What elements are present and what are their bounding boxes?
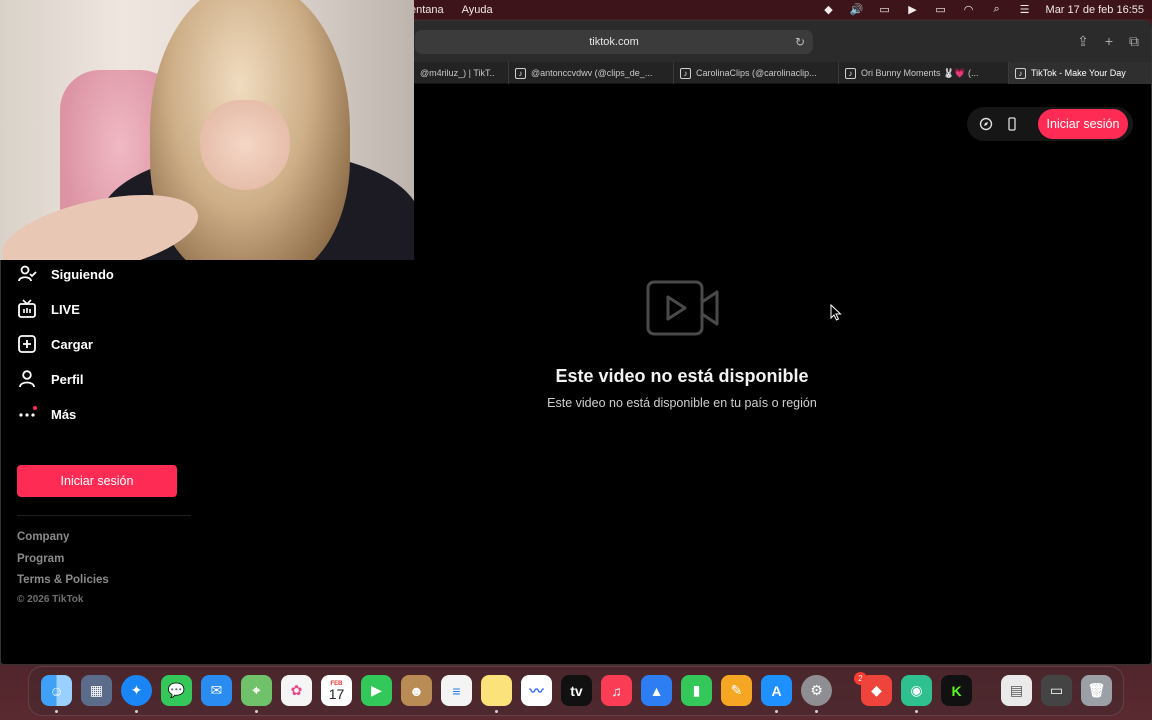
notes-icon[interactable] (481, 675, 512, 706)
new-tab-icon[interactable]: + (1105, 33, 1113, 50)
running-indicator (255, 710, 258, 713)
facetime-icon[interactable]: ▶ (361, 675, 392, 706)
pages-icon[interactable]: ✎ (721, 675, 752, 706)
trash-icon[interactable]: 🗑 (1081, 675, 1112, 706)
login-button-sidebar[interactable]: Iniciar sesión (17, 465, 177, 497)
video-unavailable-icon (646, 280, 719, 336)
running-indicator (815, 710, 818, 713)
tab-5[interactable]: ♪ TikTok - Make Your Day (1008, 62, 1151, 84)
webcam-overlay (0, 0, 414, 260)
live-tv-icon (18, 299, 36, 318)
volume-icon[interactable]: 🔊 (850, 4, 864, 16)
numbers-icon[interactable]: ▮ (681, 675, 712, 706)
running-indicator (775, 710, 778, 713)
anydesk-icon[interactable]: ◆ (861, 675, 892, 706)
launchpad-icon[interactable]: ▦ (81, 675, 112, 706)
copyright: © 2026 TikTok (17, 594, 84, 605)
safari-icon[interactable]: ✦ (121, 675, 152, 706)
photos-icon[interactable]: ✿ (281, 675, 312, 706)
tab-3[interactable]: ♪ CarolinaClips (@carolinaclip... (673, 62, 825, 84)
control-center-icon[interactable]: ☰ (1018, 4, 1032, 16)
more-icon (19, 406, 37, 417)
menu-ayuda[interactable]: Ayuda (462, 4, 493, 16)
sidebar-item-label: Perfil (51, 371, 84, 387)
share-icon[interactable]: ⇪ (1077, 33, 1089, 50)
tab-1[interactable]: @m4riluz_) | TikT... (413, 62, 495, 84)
tab-label: TikTok - Make Your Day (1031, 68, 1126, 78)
tiktok-icon: ♪ (680, 67, 691, 79)
running-indicator (55, 710, 58, 713)
footer-link-terms[interactable]: Terms & Policies (17, 574, 109, 586)
tab-overview-icon[interactable]: ⧉ (1129, 33, 1139, 50)
menu-ventana[interactable]: entana (410, 4, 444, 16)
unavailable-subtitle: Este video no está disponible en tu país… (547, 396, 817, 410)
freeform-icon[interactable]: 〰 (521, 675, 552, 706)
messages-icon[interactable]: 💬 (161, 675, 192, 706)
calendar-icon[interactable]: FEB 17 (321, 675, 352, 706)
system-settings-icon[interactable]: ⚙ (801, 675, 832, 706)
battery-icon[interactable]: ▭ (934, 4, 948, 16)
login-button-header[interactable]: Iniciar sesión (1038, 109, 1128, 139)
reminders-icon[interactable]: ≡ (441, 675, 472, 706)
desktop: entana Ayuda ◆ 🔊 ▭ ▶ ▭ ◠ ⌕ ☰ Mar 17 de f… (0, 0, 1152, 720)
menu-clock[interactable]: Mar 17 de feb 16:55 (1046, 4, 1144, 16)
dropbox-icon[interactable]: ◆ (822, 4, 836, 16)
compass-icon[interactable] (978, 116, 994, 132)
tab-label: @m4riluz_) | TikT... (420, 68, 495, 78)
kick-icon[interactable]: K (941, 675, 972, 706)
tab-4[interactable]: ♪ Ori Bunny Moments 🐰💗 (... (838, 62, 990, 84)
upload-icon (18, 335, 36, 353)
following-icon (18, 265, 37, 282)
tab-2[interactable]: ♪ @antonccvdwv (@clips_de_... (508, 62, 660, 84)
unavailable-title: Este video no está disponible (555, 366, 809, 386)
mouse-cursor-icon (830, 304, 842, 321)
mail-icon[interactable]: ✉ (201, 675, 232, 706)
music-icon[interactable]: ♫ (601, 675, 632, 706)
running-indicator (135, 710, 138, 713)
sidebar-item-profile[interactable]: Perfil (17, 367, 84, 391)
tab-label: Ori Bunny Moments 🐰💗 (... (861, 67, 979, 78)
sidebar-item-label: LIVE (51, 301, 80, 317)
wifi-icon[interactable]: ◠ (962, 4, 976, 16)
tiktok-icon: ♪ (1015, 67, 1026, 79)
tab-label: @antonccvdwv (@clips_de_... (531, 68, 653, 78)
sidebar-divider (17, 515, 191, 516)
sidebar-item-following[interactable]: Siguiendo (17, 262, 114, 286)
maps-icon[interactable]: ⌖ (241, 675, 272, 706)
tiktok-icon: ♪ (845, 67, 856, 79)
url-bar[interactable]: tiktok.com ↻ (415, 30, 813, 54)
contacts-icon[interactable]: ☻ (401, 675, 432, 706)
window-icon[interactable]: ▭ (1041, 675, 1072, 706)
play-icon[interactable]: ▶ (906, 4, 920, 16)
calendar-day: 17 (328, 685, 345, 702)
sidebar-item-label: Más (51, 406, 77, 422)
running-indicator (915, 710, 918, 713)
search-icon[interactable]: ⌕ (990, 3, 1004, 15)
mobile-icon[interactable] (1004, 116, 1020, 132)
sidebar-item-upload[interactable]: Cargar (17, 332, 93, 356)
url-text: tiktok.com (589, 36, 639, 48)
finder-icon[interactable]: ☺ (41, 675, 72, 706)
tv-icon[interactable]: tv (561, 675, 592, 706)
footer-link-company[interactable]: Company (17, 531, 69, 543)
profile-icon (19, 370, 35, 388)
preview-icon[interactable]: ▤ (1001, 675, 1032, 706)
tab-label: CarolinaClips (@carolinaclip... (696, 68, 817, 78)
footer-link-program[interactable]: Program (17, 553, 64, 565)
app-store-icon[interactable]: A (761, 675, 792, 706)
webcam-face (200, 100, 290, 190)
running-indicator (495, 710, 498, 713)
reload-icon[interactable]: ↻ (795, 35, 805, 49)
tiktok-icon: ♪ (515, 67, 526, 79)
dock: ☺ ▦ ✦ 💬 ✉ ⌖ ✿ FEB 17 ▶ ☻ ≡ 〰 tv ♫ ▲ ▮ ✎ … (28, 666, 1124, 716)
sidebar-item-live[interactable]: LIVE (17, 297, 80, 321)
streamlabs-icon[interactable]: ◉ (901, 675, 932, 706)
sidebar-item-label: Siguiendo (51, 266, 114, 282)
screen-mirror-icon[interactable]: ▭ (878, 4, 892, 16)
keynote-icon[interactable]: ▲ (641, 675, 672, 706)
sidebar-item-label: Cargar (51, 336, 93, 352)
sidebar-item-more[interactable]: Más (17, 402, 76, 426)
